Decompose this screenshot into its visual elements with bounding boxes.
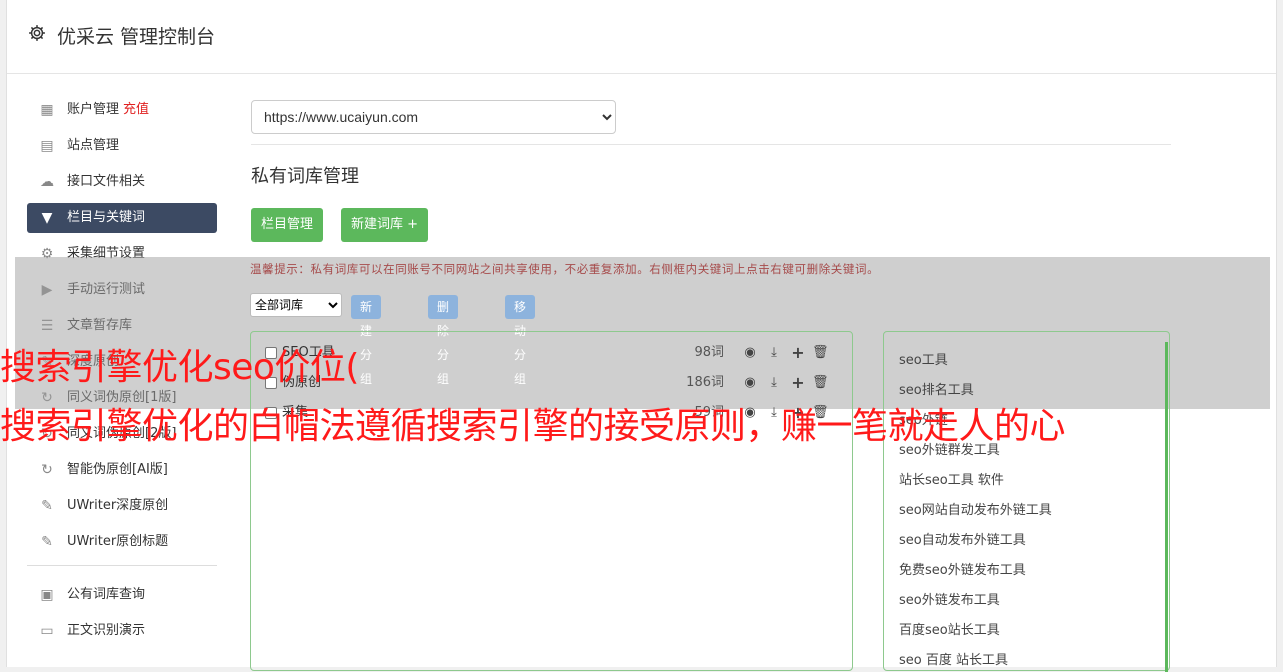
sidebar-divider	[27, 565, 217, 566]
gear-icon	[29, 25, 45, 41]
sidebar-item-label: 智能伪原创[AI版]	[67, 462, 168, 477]
divider	[251, 144, 1171, 145]
sidebar-item-text-recognition[interactable]: ▭ 正文识别演示	[27, 616, 217, 646]
sidebar-item-api[interactable]: ☁ 接口文件相关	[27, 167, 217, 197]
page-title: 私有词库管理	[251, 166, 359, 187]
filter-icon: ▼	[41, 210, 53, 226]
eye-icon[interactable]: ◉	[742, 345, 758, 361]
sidebar-item-label: 栏目与关键词	[67, 210, 146, 225]
group-count: 98词	[694, 345, 724, 360]
watermark-line-2: 搜索引擎优化的白帽法遵循搜索引擎的接受原则，赚一笔就走人的心	[0, 406, 1066, 447]
edit-icon: ✎	[41, 498, 53, 514]
eye-icon[interactable]: ◉	[742, 375, 758, 391]
sidebar-item-uwriter-title[interactable]: ✎ UWriter原创标题	[27, 527, 217, 557]
new-group-button[interactable]: 新建分组	[351, 295, 382, 386]
server-icon: ▤	[40, 138, 54, 154]
sidebar-item-label: UWriter深度原创	[67, 498, 169, 513]
keyword-item[interactable]: seo工具	[899, 349, 948, 368]
trash-icon[interactable]: 🗑	[812, 345, 829, 361]
sidebar-item-uwriter-deep[interactable]: ✎ UWriter深度原创	[27, 491, 217, 521]
sidebar-item-label: 站点管理	[67, 138, 120, 153]
plus-icon[interactable]: +	[790, 345, 806, 361]
sidebar-item-label: 公有词库查询	[67, 587, 146, 602]
watermark-line-1: 搜索引擎优化seo价位(	[0, 347, 359, 388]
keyword-item[interactable]: seo网站自动发布外链工具	[899, 499, 1052, 518]
download-icon[interactable]: ⤓	[766, 345, 782, 361]
main-content: https://www.ucaiyun.com 私有词库管理 栏目管理 新建词库…	[251, 100, 1171, 242]
monitor-icon: ▭	[40, 623, 54, 639]
refresh-icon: ↻	[41, 462, 53, 478]
site-select[interactable]: https://www.ucaiyun.com	[251, 100, 616, 134]
keyword-item[interactable]: seo排名工具	[899, 379, 974, 398]
sidebar-item-label: 接口文件相关	[67, 174, 146, 189]
group-count: 186词	[686, 375, 724, 390]
book-icon: ▣	[40, 587, 54, 603]
plus-icon[interactable]: +	[790, 375, 806, 391]
sidebar-item-label: 正文识别演示	[67, 623, 146, 638]
sidebar-item-sites[interactable]: ▤ 站点管理	[27, 131, 217, 161]
sidebar-item-ai-rewrite[interactable]: ↻ 智能伪原创[AI版]	[27, 455, 217, 485]
lib-filter-select[interactable]: 全部词库	[250, 293, 342, 317]
move-group-button[interactable]: 移动分组	[505, 295, 536, 386]
sidebar-item-label: 账户管理	[67, 102, 120, 117]
edit-icon: ✎	[41, 534, 53, 550]
trash-icon[interactable]: 🗑	[812, 375, 829, 391]
keyword-item[interactable]: seo外链发布工具	[899, 589, 1000, 608]
sidebar-item-label: UWriter原创标题	[67, 534, 169, 549]
tip-text: 温馨提示：私有词库可以在同账号不同网站之间共享使用，不必重复添加。右侧框内关键词…	[250, 262, 880, 276]
sidebar-item-account[interactable]: ▦ 账户管理 充值	[27, 95, 217, 125]
keyword-item[interactable]: 百度seo站长工具	[899, 619, 1000, 638]
keyword-list-panel: seo工具 seo排名工具 seo外链 seo外链群发工具 站长seo工具 软件…	[883, 331, 1170, 672]
delete-group-button[interactable]: 删除分组	[428, 295, 459, 386]
top-header: 优采云 管理控制台	[7, 0, 1276, 74]
bar-chart-icon: ▦	[40, 102, 54, 118]
keyword-item[interactable]: seo自动发布外链工具	[899, 529, 1026, 548]
keyword-scrollbar[interactable]	[1165, 342, 1168, 672]
column-manage-button[interactable]: 栏目管理	[251, 208, 324, 242]
new-lib-button[interactable]: 新建词库 +	[341, 208, 429, 242]
keyword-item[interactable]: 站长seo工具 软件	[899, 469, 1004, 488]
download-icon[interactable]: ⤓	[766, 375, 782, 391]
sidebar-item-public-lib[interactable]: ▣ 公有词库查询	[27, 580, 217, 610]
app-title: 优采云 管理控制台	[57, 26, 216, 48]
keyword-item[interactable]: seo 百度 站长工具	[899, 649, 1008, 668]
keyword-item[interactable]: 免费seo外链发布工具	[899, 559, 1026, 578]
recharge-link[interactable]: 充值	[123, 102, 149, 117]
sidebar-item-columns-keywords[interactable]: ▼ 栏目与关键词	[27, 203, 217, 233]
cloud-upload-icon: ☁	[40, 174, 54, 190]
